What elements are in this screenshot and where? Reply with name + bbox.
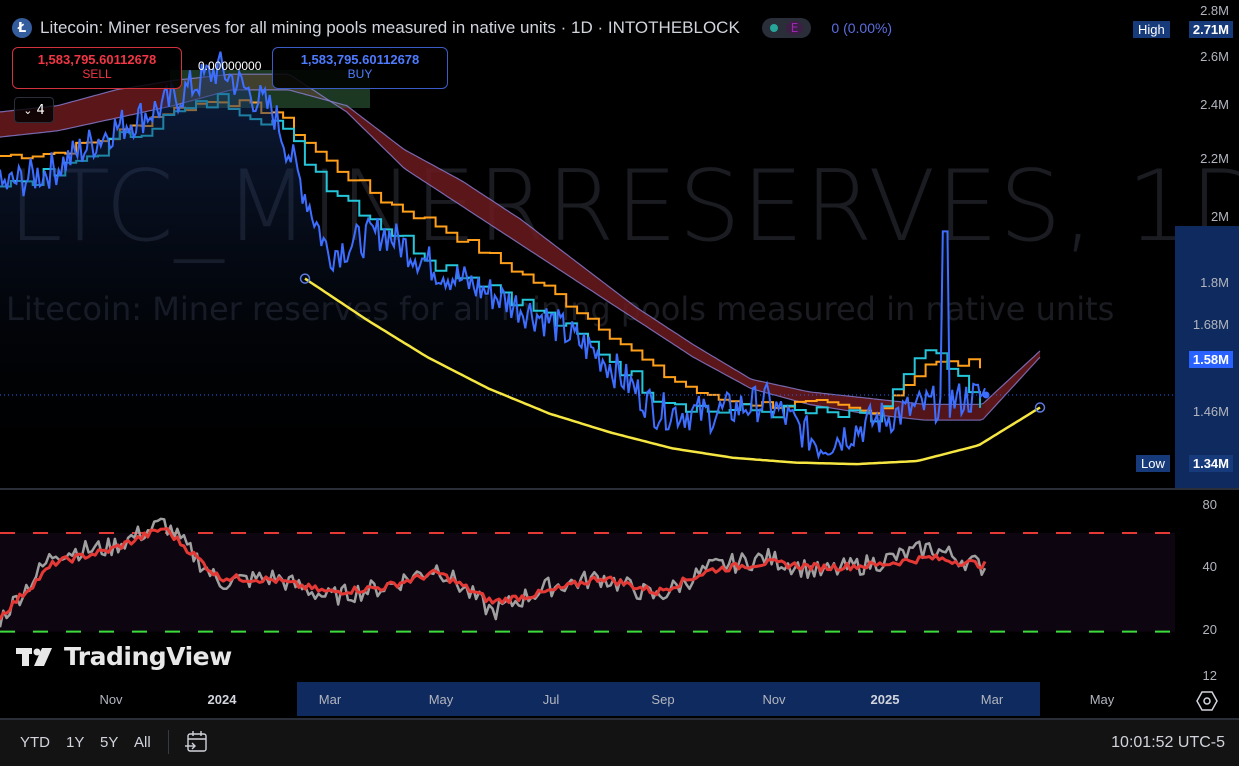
time-tick-label: Nov [762, 692, 786, 707]
indicator-count: 4 [36, 102, 45, 118]
price-tick: 2M [1210, 209, 1229, 224]
chart-legend[interactable]: Ł Litecoin: Miner reserves for all minin… [12, 14, 892, 42]
range-5y-button[interactable]: 5Y [100, 734, 118, 751]
price-tick: 1.8M [1200, 275, 1229, 290]
time-tick-label: 2025 [870, 692, 900, 707]
indicators-collapse-button[interactable]: ⌄ 4 [14, 97, 54, 123]
time-tick-label: Jul [542, 692, 560, 707]
buy-button[interactable]: 1,583,795.60112678 BUY [272, 47, 448, 89]
price-axis[interactable]: 2.8M 2.6M 2.4M 2.2M 2M 1.8M 1.68M 1.46M … [1175, 0, 1239, 488]
settings-icon[interactable] [1196, 690, 1218, 712]
toolbar-separator [168, 730, 169, 754]
rsi-tick: 12 [1202, 668, 1217, 683]
sell-label: SELL [82, 67, 112, 81]
tradingview-logo-text: TradingView [64, 642, 232, 671]
price-tick: 2.2M [1200, 151, 1229, 166]
time-axis[interactable]: Nov 2024 Mar May Jul Sep Nov 2025 Mar May [0, 682, 1175, 716]
status-pill[interactable]: E [761, 18, 812, 38]
sell-price: 1,583,795.60112678 [37, 52, 157, 67]
time-tick-label: Mar [318, 692, 342, 707]
price-tick: 1.68M [1192, 317, 1229, 332]
rsi-tick: 80 [1202, 497, 1217, 512]
rsi-tick: 20 [1202, 622, 1217, 637]
time-tick-label: Mar [980, 692, 1004, 707]
range-ytd-button[interactable]: YTD [20, 734, 50, 751]
low-value-badge: 1.34M [1188, 455, 1233, 472]
tradingview-logo[interactable]: TradingView [16, 642, 232, 671]
buy-label: BUY [347, 67, 373, 81]
spread-value: 0.00000000 [198, 59, 262, 73]
time-tick-label: May [428, 692, 454, 707]
price-tick: 2.8M [1200, 3, 1229, 18]
bottom-toolbar: YTD 1Y 5Y All 10:01:52 UTC-5 [0, 718, 1239, 766]
events-badge[interactable]: E [785, 21, 804, 35]
price-tick: 1.46M [1192, 404, 1229, 419]
price-tick: 2.6M [1200, 49, 1229, 64]
time-tick-label: May [1089, 692, 1115, 707]
price-tick: 2.4M [1200, 97, 1229, 112]
legend-title[interactable]: Litecoin: Miner reserves for all mining … [40, 18, 740, 38]
time-tick-label: Sep [651, 692, 675, 707]
rsi-axis[interactable]: 80 40 20 12 [1175, 490, 1239, 683]
litecoin-icon: Ł [12, 18, 32, 38]
main-chart-pane[interactable]: LTC_MINERRESERVES, 1D Litecoin: Miner re… [0, 0, 1239, 488]
time-tick-label: Nov [99, 692, 123, 707]
time-tick-label: 2024 [207, 692, 237, 707]
chevron-down-icon: ⌄ [23, 103, 33, 117]
clock-timezone[interactable]: 10:01:52 UTC-5 [1111, 734, 1225, 752]
high-value-badge: 2.71M [1188, 21, 1233, 38]
sell-button[interactable]: 1,583,795.60112678 SELL [12, 47, 182, 89]
price-area-fill [0, 51, 985, 488]
buy-price: 1,583,795.60112678 [300, 52, 420, 67]
market-open-dot-icon [769, 24, 778, 32]
price-change: 0 (0.00%) [831, 20, 893, 36]
go-to-date-icon[interactable] [185, 729, 209, 755]
tradingview-logo-icon [16, 647, 52, 666]
low-label: Low [1136, 455, 1170, 472]
high-label: High [1133, 21, 1170, 38]
range-all-button[interactable]: All [134, 734, 151, 751]
rsi-tick: 40 [1202, 559, 1217, 574]
last-price-badge: 1.58M [1188, 351, 1233, 368]
range-1y-button[interactable]: 1Y [66, 734, 84, 751]
